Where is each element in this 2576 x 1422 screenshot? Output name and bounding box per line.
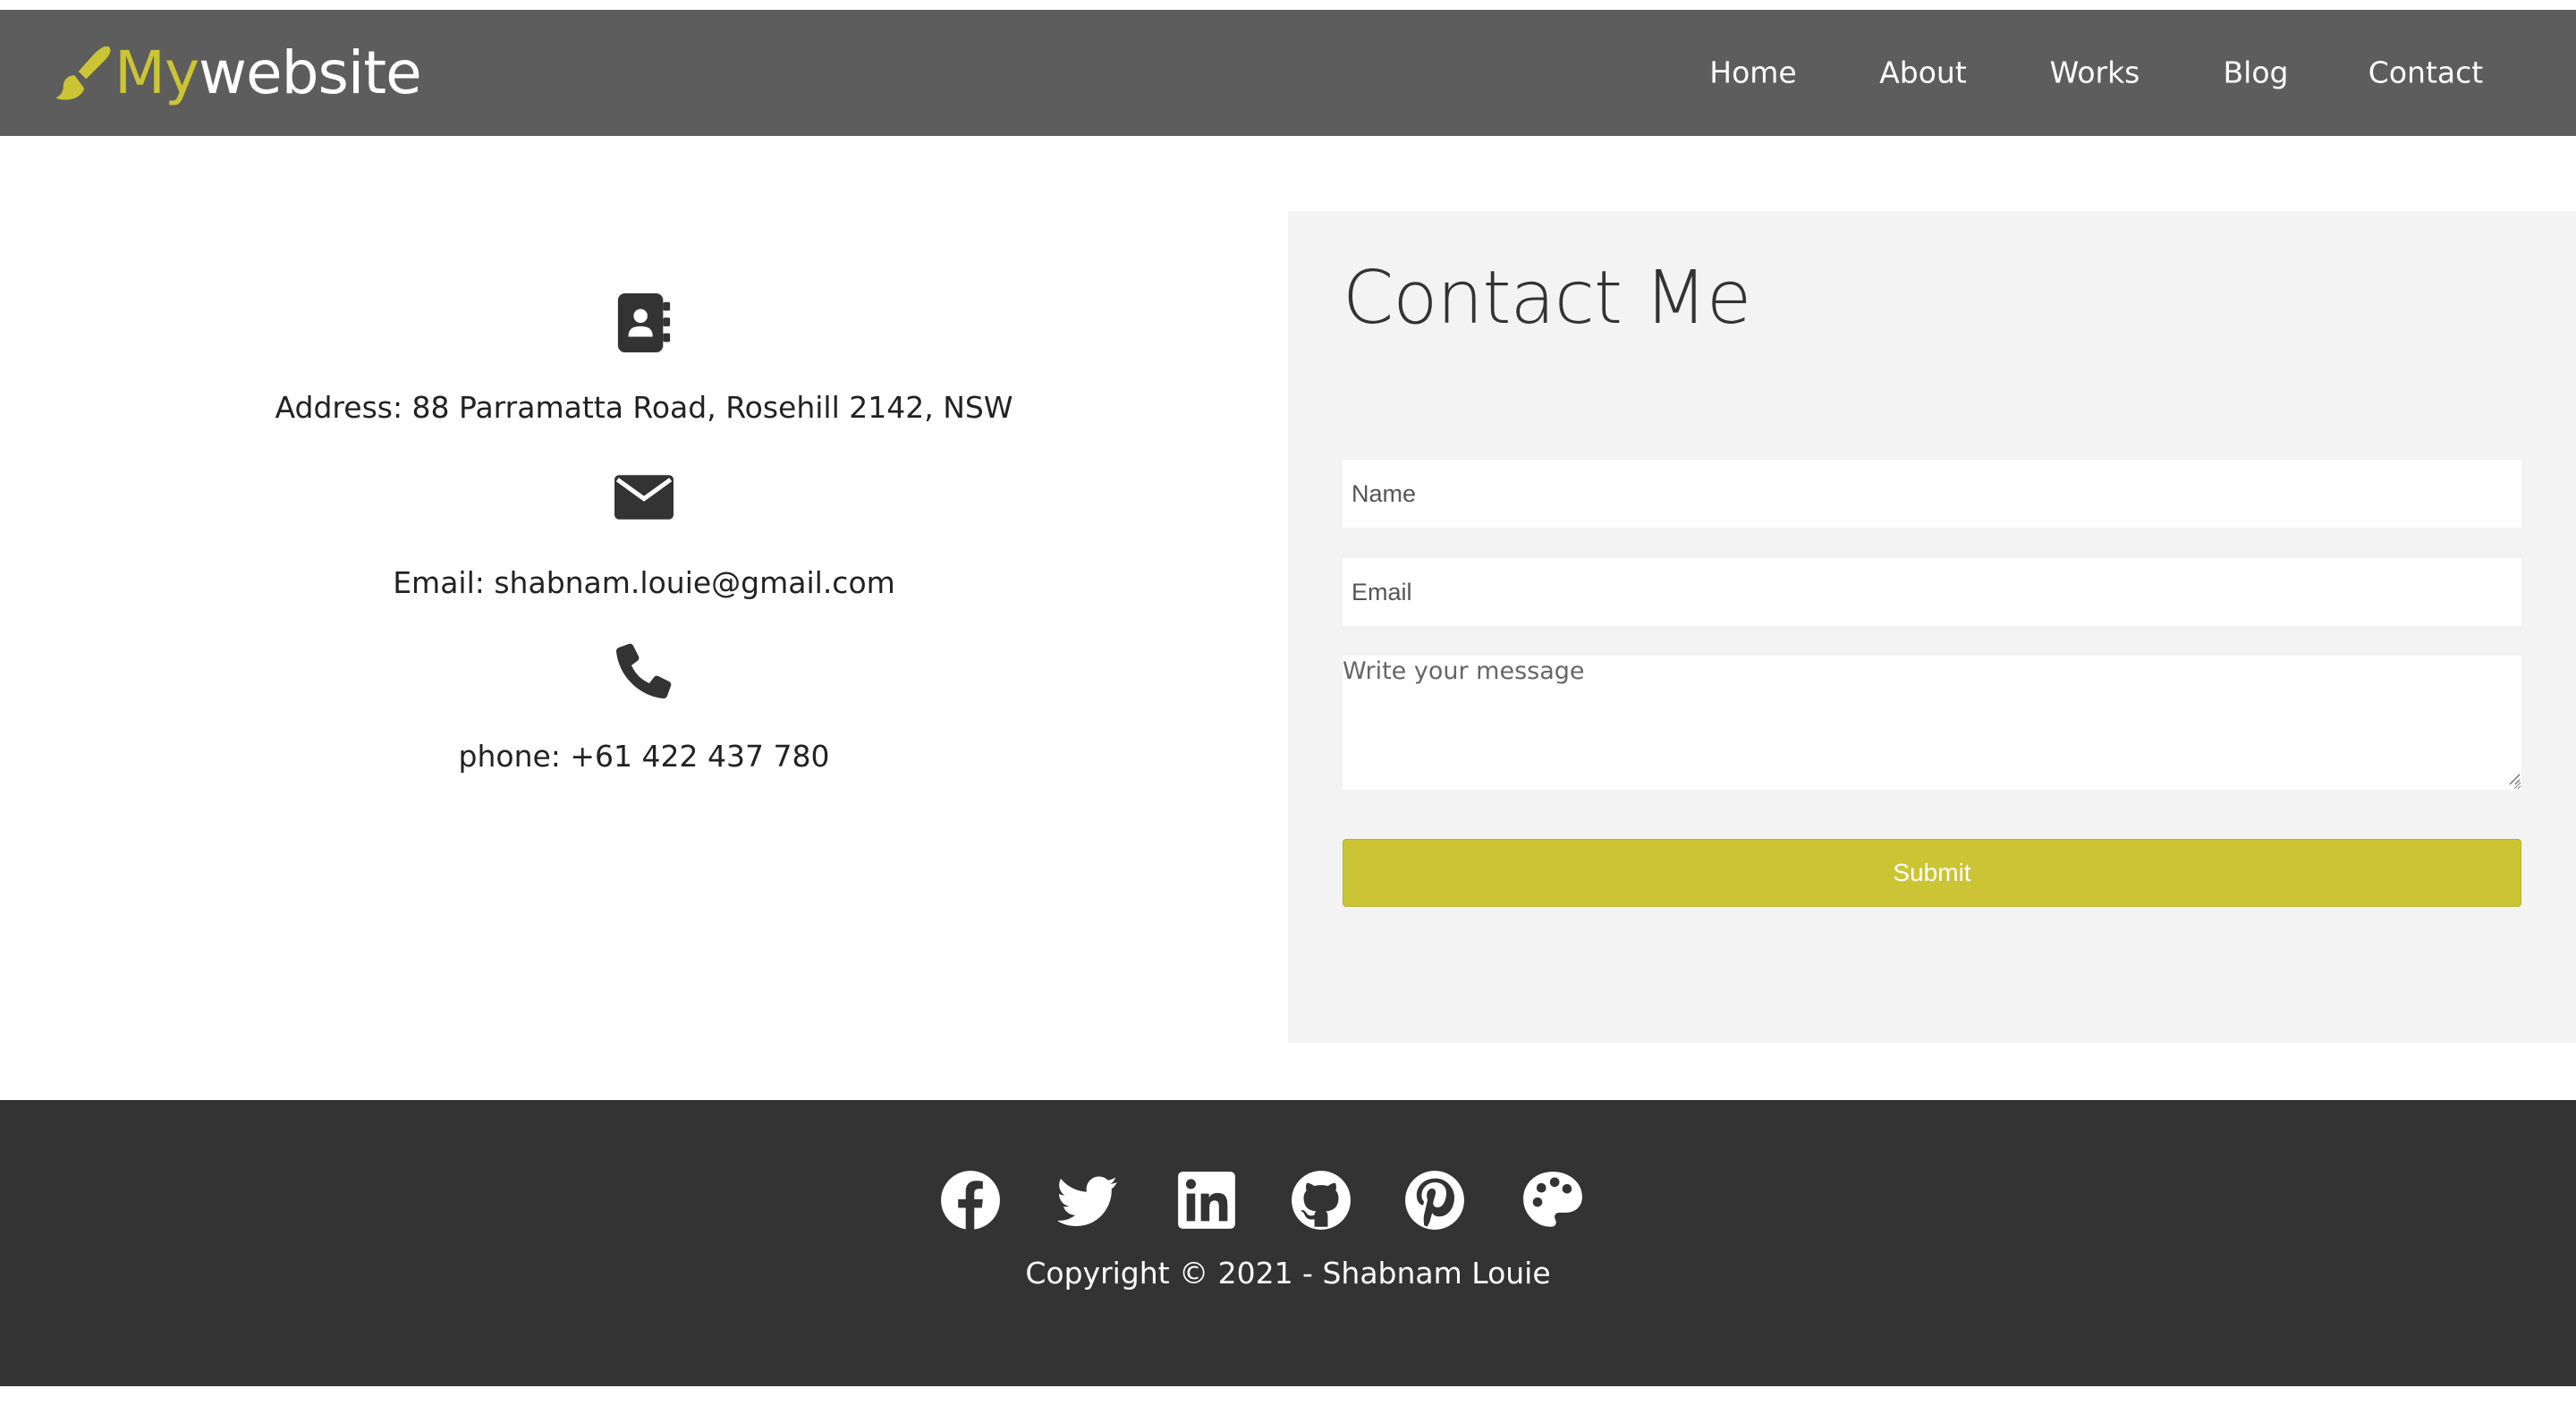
envelope-icon [614,475,674,520]
email-input[interactable] [1343,558,2521,626]
linkedin-icon[interactable] [1176,1170,1237,1231]
navbar: Mywebsite Home About Works Blog Contact [0,10,2576,136]
nav-about[interactable]: About [1879,55,1967,90]
pinterest-icon[interactable] [1404,1170,1465,1231]
message-textarea[interactable] [1343,656,2521,790]
paint-brush-icon [55,46,111,100]
phone-text: phone: +61 422 437 780 [458,739,830,774]
facebook-icon[interactable] [940,1170,1001,1231]
brand-prefix: My [114,38,199,107]
nav-contact[interactable]: Contact [2368,55,2483,90]
address-text: Address: 88 Parramatta Road, Rosehill 21… [275,390,1013,425]
palette-icon[interactable] [1521,1170,1585,1231]
resize-handle-icon[interactable] [2506,771,2521,785]
address-book-icon [617,293,671,352]
email-text: Email: shabnam.louie@gmail.com [393,565,895,600]
twitter-icon[interactable] [1058,1170,1119,1231]
brand-suffix: website [199,38,422,107]
github-icon[interactable] [1291,1170,1352,1231]
name-input[interactable] [1343,460,2521,528]
copyright-text: Copyright © 2021 - Shabnam Louie [1025,1256,1551,1291]
nav-blog[interactable]: Blog [2224,55,2289,90]
brand-logo[interactable]: Mywebsite [52,10,422,136]
brand-name: Mywebsite [114,43,422,103]
contact-form-panel: Contact Me Submit [1288,211,2576,1043]
form-title: Contact Me [1343,256,1751,341]
phone-icon [615,643,672,699]
nav-home[interactable]: Home [1709,55,1796,90]
submit-button[interactable]: Submit [1343,839,2521,907]
footer: Copyright © 2021 - Shabnam Louie [0,1100,2576,1386]
nav-works[interactable]: Works [2050,55,2140,90]
